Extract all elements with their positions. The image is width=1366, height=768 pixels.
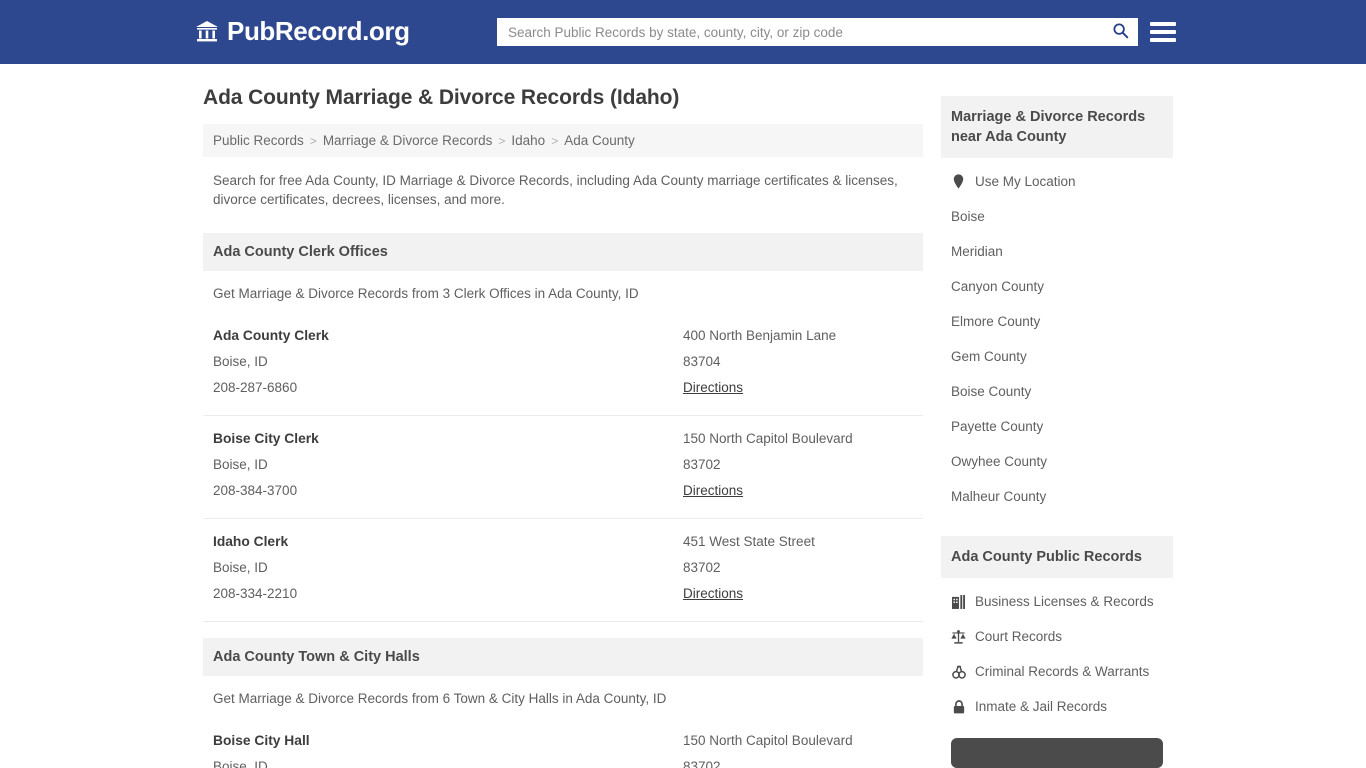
directions-link[interactable]: Directions (683, 581, 743, 607)
record-address: 451 West State Street (683, 534, 815, 549)
directions-link[interactable]: Directions (683, 375, 743, 401)
sidebar-item-label: Owyhee County (951, 454, 1048, 469)
sidebar-item-payette-county[interactable]: Payette County (941, 409, 1173, 444)
record-left-column: Boise City Clerk Boise, ID 208-384-3700 (213, 426, 683, 504)
record-right-column: 400 North Benjamin Lane 83704 Directions (683, 323, 913, 401)
sidebar-item-label: Criminal Records & Warrants (975, 664, 1150, 679)
record-left-column: Boise City Hall Boise, ID 208-384-4410 (213, 728, 683, 768)
section-subtext-town-city-halls: Get Marriage & Divorce Records from 6 To… (213, 691, 667, 706)
search-input[interactable] (498, 19, 1103, 45)
sidebar-item-owyhee-county[interactable]: Owyhee County (941, 444, 1173, 479)
record-zip: 83702 (683, 759, 721, 768)
record-zip: 83702 (683, 457, 721, 472)
sidebar-nearby-list: Use My Location Boise Meridian Canyon Co… (941, 158, 1173, 514)
sidebar-header-public-records: Ada County Public Records (941, 536, 1173, 578)
record-zip: 83704 (683, 354, 721, 369)
record-city-state: Boise, ID (213, 354, 268, 369)
site-header: PubRecord.org (0, 0, 1366, 64)
record-address: 400 North Benjamin Lane (683, 328, 837, 343)
sidebar-item-boise[interactable]: Boise (941, 199, 1173, 234)
sidebar-item-label: Meridian (951, 244, 1003, 259)
sidebar-item-gem-county[interactable]: Gem County (941, 339, 1173, 374)
sidebar-item-elmore-county[interactable]: Elmore County (941, 304, 1173, 339)
table-row: Boise City Hall Boise, ID 208-384-4410 1… (203, 718, 923, 768)
record-name[interactable]: Ada County Clerk (213, 323, 683, 349)
sidebar-public-records-list: Business Licenses & Records Court Record… (941, 578, 1173, 768)
breadcrumb: Public Records > Marriage & Divorce Reco… (203, 124, 923, 157)
sidebar-item-inmate-jail-records[interactable]: Inmate & Jail Records (941, 689, 1173, 724)
map-pin-icon (951, 174, 966, 190)
breadcrumb-item-idaho[interactable]: Idaho (511, 133, 545, 148)
sidebar-item-label: Court Records (975, 629, 1063, 644)
sidebar-item-label: Elmore County (951, 314, 1041, 329)
sidebar-item-malheur-county[interactable]: Malheur County (941, 479, 1173, 514)
record-phone: 208-384-3700 (213, 483, 298, 498)
record-right-column: 451 West State Street 83702 Directions (683, 529, 913, 607)
directions-link[interactable]: Directions (683, 478, 743, 504)
record-city-state: Boise, ID (213, 759, 268, 768)
breadcrumb-separator: > (498, 133, 506, 148)
record-name[interactable]: Idaho Clerk (213, 529, 683, 555)
sidebar-item-criminal-records[interactable]: Criminal Records & Warrants (941, 654, 1173, 689)
record-phone: 208-334-2210 (213, 586, 298, 601)
main-column: Ada County Marriage & Divorce Records (I… (203, 86, 923, 768)
sidebar-item-label: Use My Location (975, 174, 1076, 189)
search-icon (1112, 22, 1129, 42)
section-subtext-clerk-offices: Get Marriage & Divorce Records from 3 Cl… (213, 286, 639, 301)
sidebar-item-label: Boise (951, 209, 985, 224)
sidebar-header-nearby: Marriage & Divorce Records near Ada Coun… (941, 96, 1173, 158)
record-left-column: Idaho Clerk Boise, ID 208-334-2210 (213, 529, 683, 607)
record-city-state: Boise, ID (213, 560, 268, 575)
record-address: 150 North Capitol Boulevard (683, 431, 853, 446)
page-body: Ada County Marriage & Divorce Records (I… (0, 64, 1366, 768)
sidebar-item-label: Inmate & Jail Records (975, 699, 1108, 714)
sidebar-item-court-records[interactable]: Court Records (941, 619, 1173, 654)
bank-building-icon (194, 18, 220, 44)
record-name[interactable]: Boise City Hall (213, 728, 683, 754)
sidebar-item-label: Business Licenses & Records (975, 594, 1154, 609)
breadcrumb-item-marriage-divorce-records[interactable]: Marriage & Divorce Records (323, 133, 493, 148)
padlock-icon (951, 699, 966, 715)
scales-of-justice-icon (951, 629, 966, 645)
record-phone: 208-287-6860 (213, 380, 298, 395)
breadcrumb-item-public-records[interactable]: Public Records (213, 133, 304, 148)
page-title: Ada County Marriage & Divorce Records (I… (203, 86, 680, 109)
record-address: 150 North Capitol Boulevard (683, 733, 853, 748)
building-icon (951, 594, 966, 610)
table-row: Ada County Clerk Boise, ID 208-287-6860 … (203, 313, 923, 416)
sidebar-item-canyon-county[interactable]: Canyon County (941, 269, 1173, 304)
sidebar-bottom-button[interactable] (951, 738, 1163, 768)
record-zip: 83702 (683, 560, 721, 575)
record-right-column: 150 North Capitol Boulevard 83702 Direct… (683, 426, 913, 504)
breadcrumb-separator: > (551, 133, 559, 148)
section-header-clerk-offices: Ada County Clerk Offices (203, 233, 923, 271)
sidebar-item-label: Malheur County (951, 489, 1047, 504)
page-intro-text: Search for free Ada County, ID Marriage … (213, 173, 898, 207)
search-bar[interactable] (497, 18, 1138, 46)
hamburger-menu-icon[interactable] (1150, 19, 1176, 45)
sidebar: Marriage & Divorce Records near Ada Coun… (941, 96, 1173, 768)
sidebar-item-label: Payette County (951, 419, 1044, 434)
breadcrumb-item-ada-county[interactable]: Ada County (564, 133, 635, 148)
section-header-town-city-halls: Ada County Town & City Halls (203, 638, 923, 676)
sidebar-item-label: Gem County (951, 349, 1027, 364)
handcuffs-icon (951, 664, 966, 680)
record-city-state: Boise, ID (213, 457, 268, 472)
content-container: Ada County Marriage & Divorce Records (I… (193, 64, 1173, 768)
record-right-column: 150 North Capitol Boulevard 83702 Direct… (683, 728, 913, 768)
record-name[interactable]: Boise City Clerk (213, 426, 683, 452)
record-left-column: Ada County Clerk Boise, ID 208-287-6860 (213, 323, 683, 401)
sidebar-item-meridian[interactable]: Meridian (941, 234, 1173, 269)
table-row: Boise City Clerk Boise, ID 208-384-3700 … (203, 416, 923, 519)
table-row: Idaho Clerk Boise, ID 208-334-2210 451 W… (203, 519, 923, 622)
site-logo-text: PubRecord.org (227, 16, 410, 46)
sidebar-item-label: Boise County (951, 384, 1032, 399)
site-logo[interactable]: PubRecord.org (194, 17, 410, 45)
breadcrumb-separator: > (309, 133, 317, 148)
sidebar-item-business-licenses[interactable]: Business Licenses & Records (941, 584, 1173, 619)
search-button[interactable] (1103, 19, 1137, 45)
sidebar-item-use-my-location[interactable]: Use My Location (941, 164, 1173, 199)
sidebar-item-boise-county[interactable]: Boise County (941, 374, 1173, 409)
sidebar-item-label: Canyon County (951, 279, 1045, 294)
